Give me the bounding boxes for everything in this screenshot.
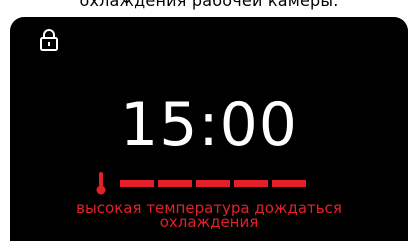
- temperature-segment: [272, 180, 306, 187]
- oven-display: 15:00 высокая температура дождаться охла…: [10, 17, 408, 241]
- warning-line-2: охлаждения: [159, 213, 259, 231]
- timer-display: 15:00: [120, 90, 298, 160]
- temperature-segment: [196, 180, 230, 187]
- lock-icon: [39, 28, 59, 52]
- temperature-level-bar: [120, 180, 306, 187]
- thermometer-icon: [95, 171, 107, 195]
- temperature-segment: [158, 180, 192, 187]
- temperature-segment: [120, 180, 154, 187]
- page: охлаждения рабочей камеры. 15:00 высокая…: [0, 0, 418, 241]
- caption-text: охлаждения рабочей камеры.: [79, 0, 339, 10]
- temperature-segment: [234, 180, 268, 187]
- high-temperature-warning: высокая температура дождаться охлаждения: [10, 201, 408, 231]
